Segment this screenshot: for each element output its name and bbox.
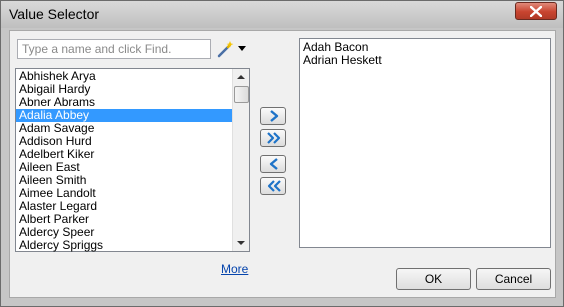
- dialog-title: Value Selector: [9, 6, 100, 22]
- chevron-down-icon: [238, 46, 246, 51]
- magic-wand-icon: [217, 41, 234, 58]
- remove-all-button[interactable]: [260, 177, 286, 195]
- scroll-down-icon: [237, 241, 245, 245]
- ok-button[interactable]: OK: [396, 268, 471, 290]
- list-item[interactable]: Adrian Heskett: [300, 54, 550, 67]
- double-right-arrow-icon: [267, 132, 281, 144]
- value-selector-dialog: Value Selector Abhishek AryaAbigail Hard…: [0, 0, 564, 307]
- cancel-button[interactable]: Cancel: [476, 268, 551, 290]
- scroll-up-icon: [237, 75, 245, 79]
- list-item[interactable]: Aldercy Spriggs: [16, 239, 233, 252]
- search-input[interactable]: [17, 39, 211, 59]
- title-bar: Value Selector: [1, 1, 563, 28]
- scroll-thumb[interactable]: [234, 86, 249, 103]
- add-selected-button[interactable]: [260, 107, 286, 125]
- close-button[interactable]: [515, 2, 557, 20]
- scroll-up-button[interactable]: [233, 69, 249, 85]
- more-link[interactable]: More: [221, 262, 248, 276]
- double-left-arrow-icon: [267, 180, 281, 192]
- dialog-content: Abhishek AryaAbigail HardyAbner AbramsAd…: [9, 30, 556, 298]
- available-values-list[interactable]: Abhishek Arya Abigail Hardy Abner Abrams Ad…: [15, 68, 250, 252]
- find-button[interactable]: [216, 40, 250, 58]
- add-all-button[interactable]: [260, 129, 286, 147]
- selected-values-list[interactable]: Adah Bacon Adrian Heskett: [299, 38, 551, 248]
- single-left-arrow-icon: [269, 158, 278, 170]
- vertical-scrollbar[interactable]: [232, 69, 249, 251]
- remove-selected-button[interactable]: [260, 155, 286, 173]
- single-right-arrow-icon: [270, 110, 279, 122]
- scroll-down-button[interactable]: [233, 235, 249, 251]
- close-icon: [530, 6, 542, 17]
